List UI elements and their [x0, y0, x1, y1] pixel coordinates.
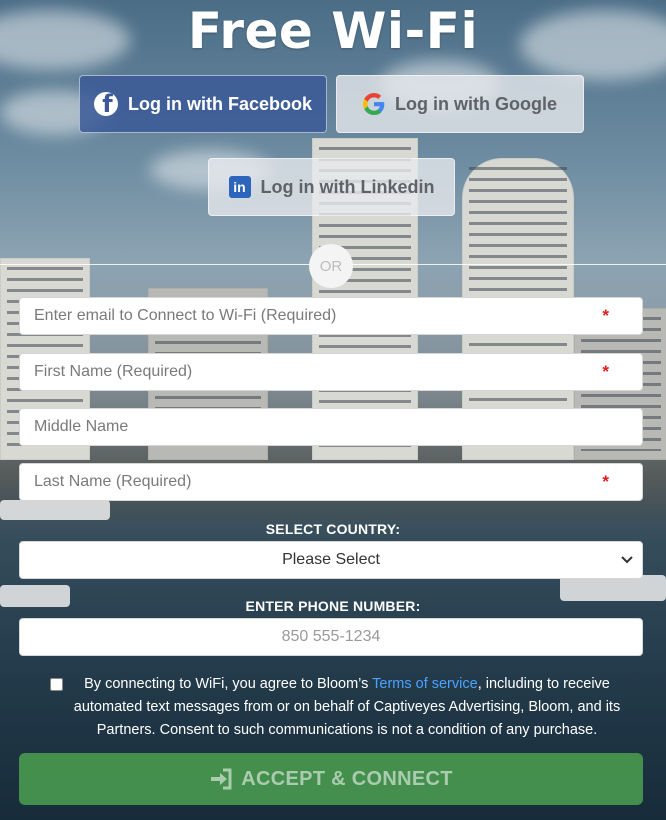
consent-text: By connecting to WiFi, you agree to Bloo… [73, 676, 621, 738]
country-select-value: Please Select [282, 551, 380, 568]
required-marker: * [602, 472, 609, 491]
phone-placeholder: 850 555-1234 [281, 628, 381, 645]
middle-name-field[interactable]: Middle Name [19, 408, 643, 446]
email-placeholder: Enter email to Connect to Wi-Fi (Require… [34, 307, 337, 324]
facebook-login-label: Log in with Facebook [128, 93, 312, 114]
google-login-label: Log in with Google [395, 93, 557, 114]
country-label: SELECT COUNTRY: [265, 521, 401, 537]
phone-label: ENTER PHONE NUMBER: [245, 598, 421, 614]
middle-name-placeholder: Middle Name [34, 418, 129, 435]
google-login-button[interactable]: Log in with Google [336, 75, 584, 133]
linkedin-login-label: Log in with Linkedin [260, 176, 435, 197]
terms-of-service-link[interactable]: Terms of service [372, 676, 478, 692]
required-marker: * [602, 362, 609, 381]
chevron-down-icon [621, 556, 633, 564]
facebook-login-button[interactable]: f Log in with Facebook [79, 75, 327, 133]
google-icon [363, 93, 385, 115]
sign-in-icon [211, 768, 232, 790]
first-name-placeholder: First Name (Required) [34, 363, 193, 380]
linkedin-login-button[interactable]: in Log in with Linkedin [208, 158, 455, 216]
or-separator: OR [309, 244, 353, 288]
email-field[interactable]: Enter email to Connect to Wi-Fi (Require… [19, 297, 643, 335]
phone-field[interactable]: 850 555-1234 [19, 618, 643, 656]
page-title: Free Wi-Fi [187, 2, 479, 60]
accept-connect-label: ACCEPT & CONNECT [241, 767, 453, 790]
first-name-field[interactable]: First Name (Required) * [19, 353, 643, 391]
facebook-icon: f [94, 92, 118, 116]
last-name-field[interactable]: Last Name (Required) * [19, 463, 643, 501]
linkedin-icon: in [228, 176, 251, 198]
country-select[interactable]: Please Select [19, 541, 643, 579]
required-marker: * [602, 306, 609, 325]
last-name-placeholder: Last Name (Required) [34, 473, 192, 490]
accept-connect-button[interactable]: ACCEPT & CONNECT [19, 753, 643, 805]
